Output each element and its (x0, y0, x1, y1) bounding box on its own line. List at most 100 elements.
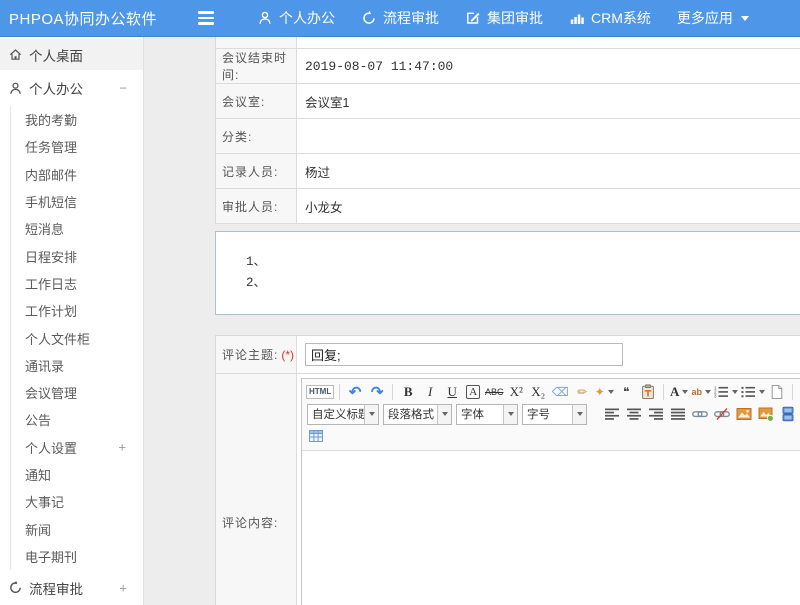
sidebar-item-label: 大事记 (25, 492, 64, 511)
sidebar-item-label: 短消息 (25, 219, 64, 238)
top-nav: 个人办公 流程审批集团审批 CRM系统更多应用 (244, 0, 762, 37)
comment-subject-input[interactable] (305, 343, 623, 366)
new-page-icon[interactable] (767, 382, 787, 402)
sidebar-item-label: 工作日志 (25, 274, 77, 293)
blockquote-icon[interactable]: ❝ (616, 382, 636, 402)
auto-typeset-icon[interactable]: ✦ (594, 382, 614, 402)
chevron-down-icon (759, 390, 765, 394)
sidebar-item-e-journal[interactable]: 电子期刊 (11, 543, 143, 570)
sidebar-item-work-plan[interactable]: 工作计划 (11, 297, 143, 324)
video-icon[interactable] (778, 404, 798, 424)
align-justify-icon[interactable] (668, 404, 688, 424)
meeting-end-time-value: 2019-08-07 11:47:00 (297, 49, 800, 83)
font-family-select[interactable]: 字体 (456, 404, 518, 425)
nav-crm-system[interactable]: CRM系统 (556, 0, 664, 37)
meeting-room-label: 会议室: (216, 84, 297, 118)
sidebar-item-news[interactable]: 新闻 (11, 515, 143, 542)
nav-group-approval[interactable]: 集团审批 (452, 0, 556, 37)
strikethrough-icon[interactable]: ABC (484, 382, 504, 402)
home-icon (8, 47, 23, 62)
ordered-list-icon[interactable]: 123 (713, 382, 738, 402)
sidebar-item-label: 通讯录 (25, 356, 64, 375)
chevron-down-icon (732, 390, 738, 394)
nav-personal-office[interactable]: 个人办公 (244, 0, 348, 37)
editor-content-area[interactable] (302, 451, 800, 605)
format-brush-icon[interactable]: ✏ (572, 382, 592, 402)
sidebar-item-task-management[interactable]: 任务管理 (11, 133, 143, 160)
sidebar-item-personal-desktop[interactable]: 个人桌面 (0, 39, 143, 70)
chevron-down-icon[interactable] (437, 405, 451, 424)
undo-icon[interactable]: ↶ (345, 382, 365, 402)
sidebar-item-personal-office[interactable]: 个人办公 − (0, 70, 143, 106)
sidebar-item-internal-mail[interactable]: 内部邮件 (11, 161, 143, 188)
subscript-icon[interactable]: X₂ (528, 382, 548, 402)
expand-icon[interactable]: + (119, 580, 127, 595)
superscript-icon[interactable]: X² (506, 382, 526, 402)
expand-icon[interactable]: + (118, 440, 126, 455)
sidebar-item-personal-file-cabinet[interactable]: 个人文件柜 (11, 324, 143, 351)
html-source-button[interactable]: HTML (306, 382, 334, 402)
nav-label: CRM系统 (591, 8, 651, 28)
nav-workflow-approval[interactable]: 流程审批 (348, 0, 452, 37)
eraser-icon[interactable]: ⌫ (550, 382, 570, 402)
chevron-down-icon[interactable] (572, 405, 586, 424)
paragraph-format-select[interactable]: 段落格式 (383, 404, 452, 425)
rich-text-editor: HTML↶↷BIUAABCX²X₂⌫✏✦❝Aab123 自定义标题段落格式字体字… (301, 378, 800, 605)
sidebar-item-label: 个人桌面 (29, 45, 83, 65)
sidebar-item-schedule[interactable]: 日程安排 (11, 242, 143, 269)
chevron-down-icon[interactable] (503, 405, 517, 424)
font-size-select-value: 字号 (523, 406, 572, 422)
align-right-icon[interactable] (646, 404, 666, 424)
sidebar-item-label: 手机短信 (25, 192, 77, 211)
menu-toggle-icon[interactable] (198, 11, 214, 25)
insert-image-icon[interactable] (756, 404, 776, 424)
sidebar-item-short-message[interactable]: 短消息 (11, 215, 143, 242)
sidebar-item-mobile-sms[interactable]: 手机短信 (11, 188, 143, 215)
redo-icon[interactable]: ↷ (367, 382, 387, 402)
comment-content-label: 评论内容: (222, 514, 278, 531)
sidebar-item-memorabilia[interactable]: 大事记 (11, 488, 143, 515)
toolbar-row-1: HTML↶↷BIUAABCX²X₂⌫✏✦❝Aab123 (305, 381, 800, 403)
font-border-icon[interactable]: A (466, 385, 480, 399)
person-icon (257, 10, 273, 26)
font-color-icon[interactable]: A (669, 382, 689, 402)
toolbar-separator (392, 384, 393, 400)
sidebar-item-meeting-management[interactable]: 会议管理 (11, 379, 143, 406)
table-row-category: 分类: (216, 119, 800, 154)
approver-label: 审批人员: (216, 189, 297, 223)
chevron-down-icon[interactable] (364, 405, 378, 424)
sidebar-item-contacts[interactable]: 通讯录 (11, 352, 143, 379)
sidebar-item-my-attendance[interactable]: 我的考勤 (11, 106, 143, 133)
bold-icon[interactable]: B (398, 382, 418, 402)
unordered-list-icon[interactable] (740, 382, 765, 402)
image-icon[interactable] (734, 404, 754, 424)
font-size-select[interactable]: 字号 (522, 404, 587, 425)
link-icon[interactable] (690, 404, 710, 424)
highlight-color-icon[interactable]: ab (691, 382, 711, 402)
sidebar-item-label: 任务管理 (25, 137, 77, 156)
paste-to-text-icon[interactable] (638, 382, 658, 402)
align-left-icon[interactable] (602, 404, 622, 424)
toolbar-separator (792, 384, 793, 400)
align-center-icon[interactable] (624, 404, 644, 424)
comment-form-table: 评论主题: (*) 评论内容: HTML↶↷BIUAABCX²X₂⌫✏ (215, 335, 800, 605)
sidebar-item-work-log[interactable]: 工作日志 (11, 270, 143, 297)
table-row-approver: 审批人员:小龙女 (216, 189, 800, 224)
toolbar-separator (663, 384, 664, 400)
chevron-down-icon (705, 390, 711, 394)
sidebar-item-personal-settings[interactable]: 个人设置 + (11, 434, 143, 461)
underline-icon[interactable]: U (442, 382, 462, 402)
unlink-icon[interactable] (712, 404, 732, 424)
sidebar-item-announcement[interactable]: 公告 (11, 406, 143, 433)
sidebar-item-label: 个人设置 (25, 438, 77, 457)
sidebar-item-notice[interactable]: 通知 (11, 461, 143, 488)
meeting-room-value: 会议室1 (297, 84, 800, 118)
collapse-icon[interactable]: − (119, 81, 127, 96)
nav-more-apps[interactable]: 更多应用 (664, 0, 762, 37)
nav-label: 流程审批 (383, 8, 439, 28)
custom-heading-select[interactable]: 自定义标题 (307, 404, 379, 425)
insert-table-icon[interactable] (306, 426, 326, 446)
sidebar-item-workflow-approval[interactable]: 流程审批 + (0, 570, 143, 605)
italic-icon[interactable]: I (420, 382, 440, 402)
svg-text:3: 3 (714, 394, 717, 399)
